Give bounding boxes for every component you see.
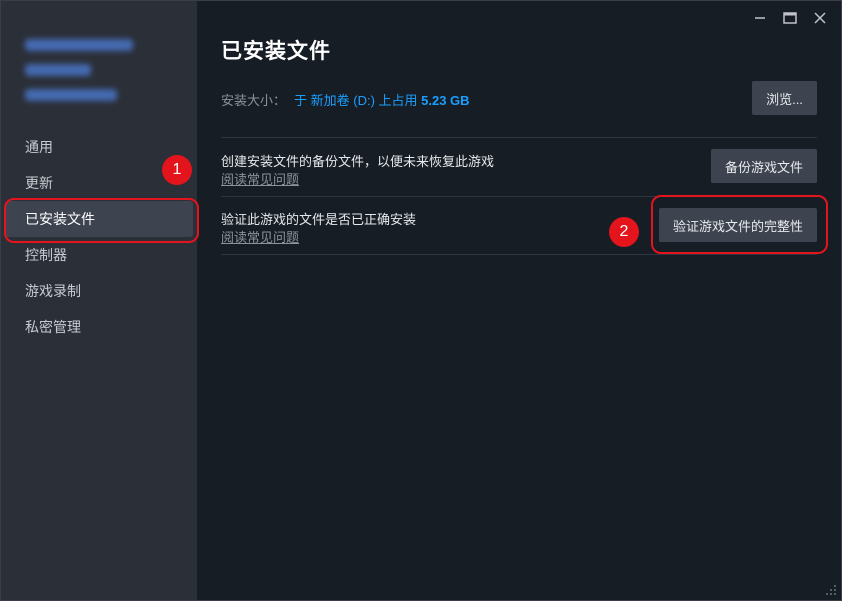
maximize-icon[interactable] <box>775 9 805 27</box>
highlight-box-installed-files <box>4 198 199 243</box>
blurred-text <box>25 64 91 76</box>
close-icon[interactable] <box>805 9 835 27</box>
sidebar-item-game-recording[interactable]: 游戏录制 <box>1 273 197 309</box>
account-info-blurred <box>25 39 133 114</box>
properties-window: 通用 更新 已安装文件 控制器 游戏录制 私密管理 已安装文件 安装大小： 于 新… <box>0 0 842 601</box>
window-controls <box>745 9 835 27</box>
step-badge-2: 2 <box>609 217 639 247</box>
backup-description: 创建安装文件的备份文件，以便未来恢复此游戏 <box>221 154 495 169</box>
blurred-text <box>25 39 133 51</box>
minimize-icon[interactable] <box>745 9 775 27</box>
blurred-text <box>25 89 117 101</box>
divider <box>221 137 817 138</box>
install-location-link[interactable]: 于 新加卷 (D:) 上占用 5.23 GB <box>294 93 470 108</box>
sidebar-item-privacy[interactable]: 私密管理 <box>1 309 197 345</box>
browse-button[interactable]: 浏览... <box>752 81 817 115</box>
highlight-box-verify <box>651 195 828 254</box>
sidebar: 通用 更新 已安装文件 控制器 游戏录制 私密管理 <box>1 1 197 600</box>
backup-faq-link[interactable]: 阅读常见问题 <box>221 169 299 188</box>
verify-faq-link[interactable]: 阅读常见问题 <box>221 227 299 246</box>
main-panel: 已安装文件 安装大小：于 新加卷 (D:) 上占用 5.23 GB 浏览... … <box>197 1 841 600</box>
install-size-row: 安装大小： 于 新加卷 (D:) 上占用 5.23 GB <box>221 90 470 109</box>
install-size-value: 5.23 GB <box>421 93 470 108</box>
divider <box>221 254 817 255</box>
resize-grip-icon[interactable] <box>825 584 837 596</box>
install-size-label: 安装大小： <box>221 93 287 108</box>
step-badge-1: 1 <box>162 155 192 185</box>
page-title: 已安装文件 <box>221 40 331 63</box>
backup-game-files-button[interactable]: 备份游戏文件 <box>711 149 817 183</box>
verify-description: 验证此游戏的文件是否已正确安装 <box>221 212 417 227</box>
